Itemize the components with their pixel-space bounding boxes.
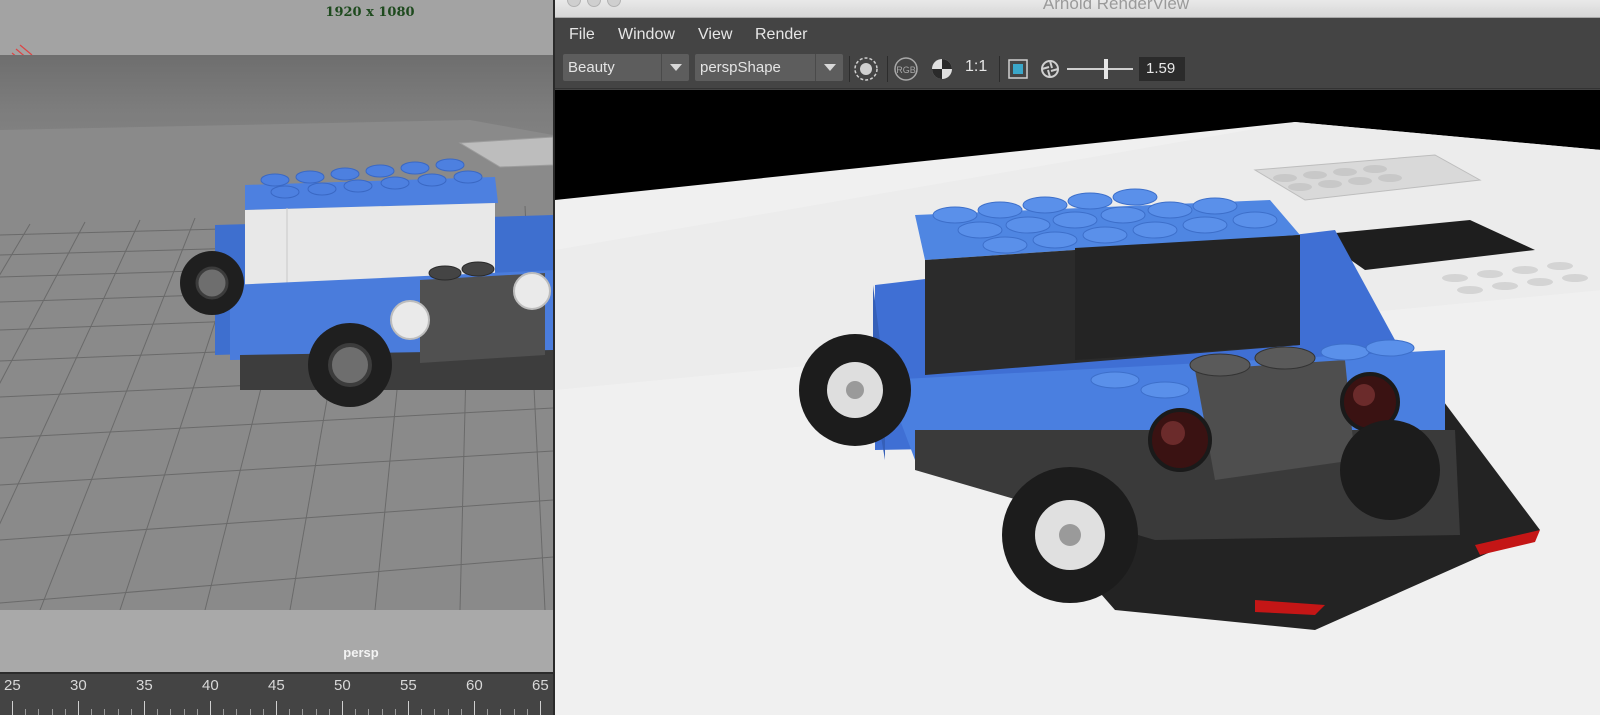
toolbar-separator [849, 56, 850, 82]
timeline-tick-label: 45 [268, 677, 285, 694]
timeline-tick-label: 25 [4, 677, 21, 694]
aov-dropdown-value: Beauty [568, 59, 615, 76]
timeline-tick-label: 65 [532, 677, 549, 694]
timeline-minor-tick [315, 709, 317, 715]
timeline-minor-tick [262, 709, 264, 715]
timeline-minor-tick [513, 709, 515, 715]
aov-dropdown[interactable]: Beauty [563, 54, 689, 81]
renderview-toolbar: Beauty perspShape RGB 1:1 1.59 [555, 51, 1600, 89]
timeline-minor-tick [183, 709, 185, 715]
timeline-minor-tick [104, 709, 106, 715]
timeline-minor-tick [434, 709, 436, 715]
aperture-icon[interactable] [1039, 56, 1061, 82]
ab-compare-icon[interactable] [929, 56, 955, 82]
timeline-minor-tick [51, 709, 53, 715]
timeline-minor-tick [91, 709, 93, 715]
timeline-minor-tick [170, 709, 172, 715]
timeline-major-tick [342, 701, 343, 715]
menu-view[interactable]: View [698, 26, 732, 44]
timeline-tick-label: 35 [136, 677, 153, 694]
menu-render[interactable]: Render [755, 26, 807, 44]
timeline-minor-tick [381, 709, 383, 715]
toolbar-separator [999, 56, 1000, 82]
camera-dropdown[interactable]: perspShape [695, 54, 843, 81]
camera-dropdown-value: perspShape [700, 59, 781, 76]
timeline-major-tick [12, 701, 13, 715]
menu-file[interactable]: File [569, 26, 595, 44]
menu-bar: File Window View Render [555, 18, 1600, 51]
resolution-gate-mask-top: 1920 x 1080 [0, 0, 553, 64]
timeline-minor-tick [236, 709, 238, 715]
timeline-minor-tick [302, 709, 304, 715]
timeline-minor-tick [157, 709, 159, 715]
timeline-tick-label: 50 [334, 677, 351, 694]
timeline-minor-tick [500, 709, 502, 715]
screen: 1920 x 1080 persp 25 30 35 40 45 50 55 6… [0, 0, 1600, 715]
chevron-down-icon [815, 54, 843, 81]
maya-viewport[interactable]: 1920 x 1080 persp 25 30 35 40 45 50 55 6… [0, 0, 553, 715]
exposure-slider-track [1067, 68, 1133, 70]
window-titlebar[interactable]: Arnold RenderView [555, 0, 1600, 18]
timeline-tick-label: 40 [202, 677, 219, 694]
timeline-minor-tick [117, 709, 119, 715]
rgb-channels-icon[interactable]: RGB [891, 56, 921, 82]
timeline-minor-tick [196, 709, 198, 715]
render-image[interactable] [555, 90, 1600, 715]
timeline-major-tick [144, 701, 145, 715]
timeline-minor-tick [394, 709, 396, 715]
rgb-icon-label: RGB [896, 65, 916, 75]
resolution-gate-mask-bottom [0, 610, 553, 672]
timeline-minor-tick [130, 709, 132, 715]
exposure-slider[interactable] [1063, 51, 1135, 87]
rendered-lego-scene [555, 122, 1600, 715]
timeline-minor-tick [64, 709, 66, 715]
window-title: Arnold RenderView [1042, 0, 1190, 13]
timeline-minor-tick [38, 709, 40, 715]
timeline-minor-tick [526, 709, 528, 715]
viewport-grid [0, 120, 553, 610]
viewport-scene[interactable] [0, 55, 553, 610]
time-slider[interactable]: 25 30 35 40 45 50 55 60 65 [0, 672, 553, 715]
zoom-ratio-button[interactable]: 1:1 [965, 58, 987, 76]
timeline-minor-tick [249, 709, 251, 715]
menu-window[interactable]: Window [618, 26, 675, 44]
timeline-minor-tick [460, 709, 462, 715]
timeline-major-tick [210, 701, 211, 715]
camera-label: persp [343, 645, 379, 660]
timeline-major-tick [408, 701, 409, 715]
timeline-minor-tick [25, 709, 27, 715]
timeline-major-tick [474, 701, 475, 715]
timeline-major-tick [78, 701, 79, 715]
exposure-slider-handle[interactable] [1104, 59, 1109, 79]
timeline-minor-tick [289, 709, 291, 715]
timeline-major-tick [540, 701, 541, 715]
toolbar-separator [887, 56, 888, 82]
timeline-minor-tick [328, 709, 330, 715]
timeline-minor-tick [355, 709, 357, 715]
timeline-tick-label: 30 [70, 677, 87, 694]
arnold-renderview-window: Arnold RenderView File Window View Rende… [553, 0, 1600, 715]
timeline-major-tick [276, 701, 277, 715]
timeline-tick-label: 55 [400, 677, 417, 694]
exposure-value-field[interactable]: 1.59 [1139, 57, 1185, 81]
timeline-tick-label: 60 [466, 677, 483, 694]
target-circle-icon[interactable] [851, 56, 881, 82]
timeline-minor-tick [447, 709, 449, 715]
resolution-gate-label: 1920 x 1080 [325, 5, 415, 20]
crop-region-icon[interactable] [1005, 56, 1031, 82]
timeline-minor-tick [421, 709, 423, 715]
chevron-down-icon [661, 54, 689, 81]
timeline-minor-tick [368, 709, 370, 715]
timeline-minor-tick [487, 709, 489, 715]
timeline-minor-tick [223, 709, 225, 715]
